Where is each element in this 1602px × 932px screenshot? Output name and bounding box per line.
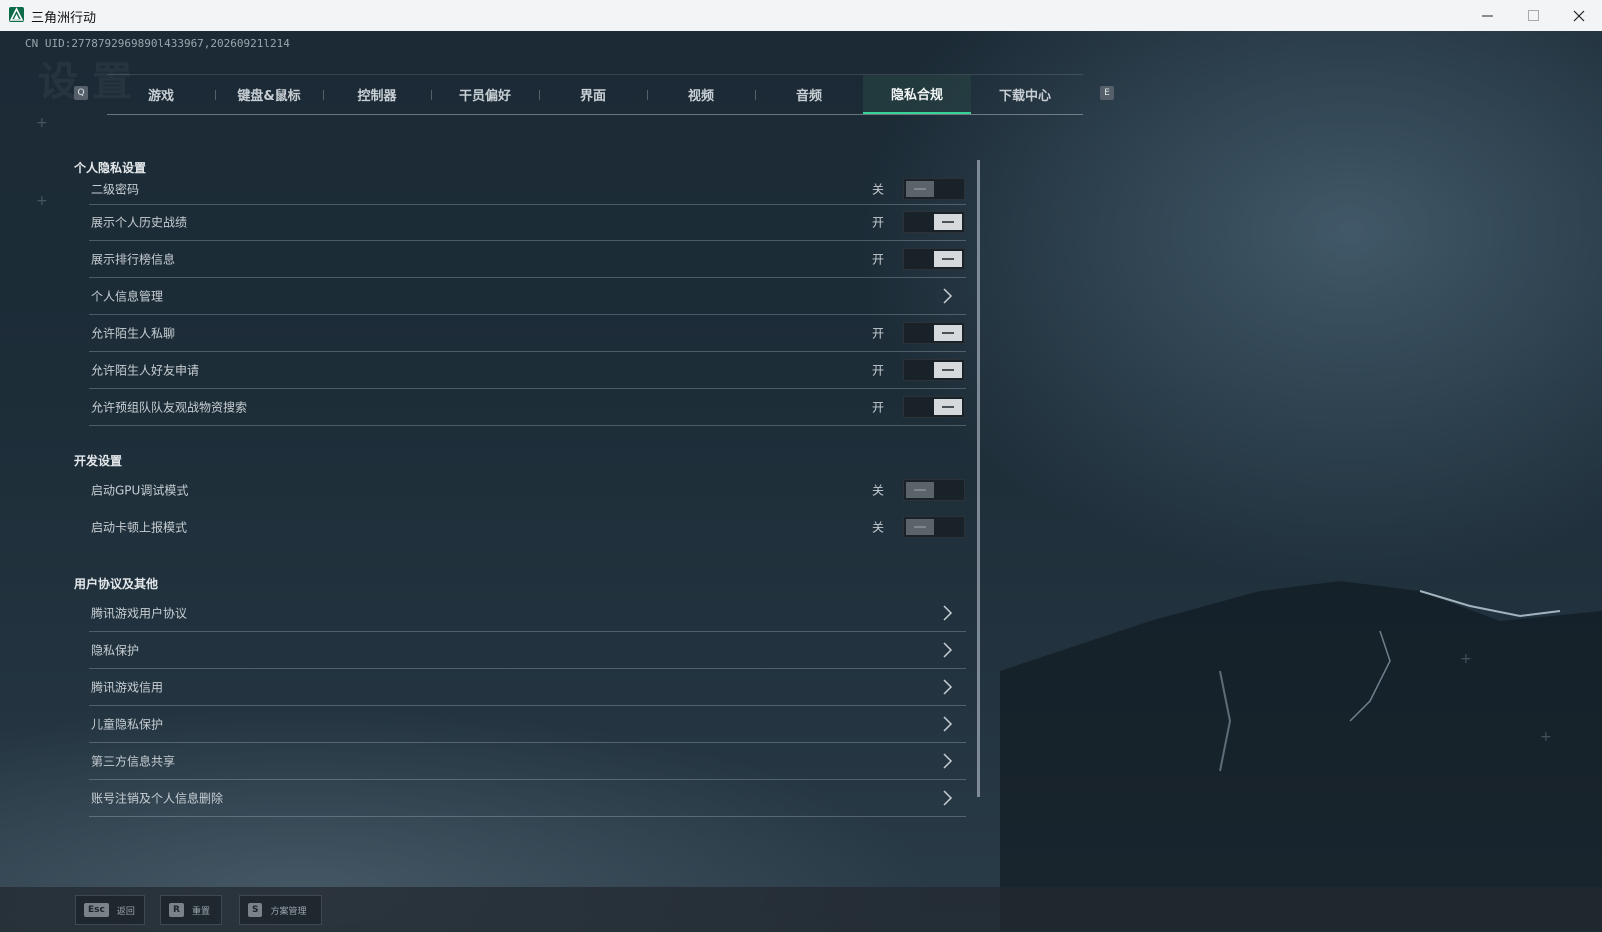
tab-controller[interactable]: 控制器 xyxy=(323,75,431,114)
chevron-right-icon xyxy=(943,753,953,769)
setting-row-stranger-chat[interactable]: 允许陌生人私聊 开 xyxy=(89,315,966,352)
setting-row-teammate-spectate-search[interactable]: 允许预组队队友观战物资搜索 开 xyxy=(89,389,966,426)
link-row-user-agreement[interactable]: 腾讯游戏用户协议 xyxy=(89,595,966,632)
link-row-privacy-protection[interactable]: 隐私保护 xyxy=(89,632,966,669)
setting-label: 二级密码 xyxy=(91,182,140,197)
tab-video[interactable]: 视频 xyxy=(647,75,755,114)
setting-row-show-history[interactable]: 展示个人历史战绩 开 xyxy=(89,204,966,241)
link-row-account-deletion[interactable]: 账号注销及个人信息删除 xyxy=(89,780,966,817)
reset-label: 重置 xyxy=(191,906,210,917)
toggle-switch[interactable] xyxy=(903,178,965,200)
toggle-state-text: 关 xyxy=(872,520,885,535)
toggle-switch[interactable] xyxy=(903,516,965,538)
toggle-state-text: 开 xyxy=(872,326,885,341)
crosshair-decoration: + xyxy=(36,115,48,131)
setting-row-personal-info-management[interactable]: 个人信息管理 xyxy=(89,278,966,315)
app-logo-icon xyxy=(9,7,24,22)
tab-operator-preference[interactable]: 干员偏好 xyxy=(431,75,539,114)
back-button[interactable]: Esc 返回 xyxy=(75,895,145,925)
user-uid: CN UID:2778792969890l433967,20260921l214 xyxy=(25,37,290,50)
window-title: 三角洲行动 xyxy=(31,11,97,26)
toggle-switch[interactable] xyxy=(903,479,965,501)
settings-scrollbar[interactable] xyxy=(977,160,980,797)
key-hint-s: S xyxy=(248,903,263,917)
window-titlebar: 三角洲行动 xyxy=(0,0,1602,32)
link-label: 腾讯游戏信用 xyxy=(91,680,164,695)
close-button[interactable] xyxy=(1556,0,1602,31)
scheme-management-button[interactable]: S 方案管理 xyxy=(239,895,322,925)
setting-row-stranger-friend-request[interactable]: 允许陌生人好友申请 开 xyxy=(89,352,966,389)
setting-label: 展示个人历史战绩 xyxy=(91,215,188,230)
settings-tab-bar: 游戏 键盘&鼠标 控制器 干员偏好 界面 视频 音频 隐私合规 下载中心 xyxy=(107,74,1083,115)
toggle-state-text: 开 xyxy=(872,363,885,378)
setting-row-stutter-report[interactable]: 启动卡顿上报模式 关 xyxy=(89,509,966,545)
link-label: 儿童隐私保护 xyxy=(91,717,164,732)
toggle-state-text: 开 xyxy=(872,215,885,230)
minimize-button[interactable] xyxy=(1464,0,1510,31)
key-hint-esc: Esc xyxy=(84,903,109,917)
toggle-state-text: 关 xyxy=(872,483,885,498)
toggle-switch[interactable] xyxy=(903,248,965,270)
chevron-right-icon xyxy=(943,679,953,695)
setting-label: 个人信息管理 xyxy=(91,289,164,304)
settings-screen: 设置 CN UID:2778792969890l433967,20260921l… xyxy=(0,31,1602,932)
section-title-dev: 开发设置 xyxy=(74,454,123,468)
setting-label: 启动卡顿上报模式 xyxy=(91,520,188,535)
toggle-switch[interactable] xyxy=(903,322,965,344)
tab-privacy-compliance[interactable]: 隐私合规 xyxy=(863,75,971,114)
maximize-button[interactable] xyxy=(1510,0,1556,31)
mountain-background xyxy=(1000,581,1602,931)
reset-button[interactable]: R 重置 xyxy=(160,895,222,925)
tab-download-center[interactable]: 下载中心 xyxy=(971,75,1079,114)
chevron-right-icon xyxy=(943,716,953,732)
link-row-game-credit[interactable]: 腾讯游戏信用 xyxy=(89,669,966,706)
bottom-action-bar: Esc 返回 R 重置 S 方案管理 xyxy=(0,887,1602,932)
toggle-state-text: 开 xyxy=(872,400,885,415)
link-label: 账号注销及个人信息删除 xyxy=(91,791,224,806)
toggle-switch[interactable] xyxy=(903,396,965,418)
setting-row-show-leaderboard[interactable]: 展示排行榜信息 开 xyxy=(89,241,966,278)
toggle-state-text: 关 xyxy=(872,182,885,197)
setting-label: 展示排行榜信息 xyxy=(91,252,176,267)
link-label: 隐私保护 xyxy=(91,643,140,658)
tab-game[interactable]: 游戏 xyxy=(107,75,215,114)
tab-audio[interactable]: 音频 xyxy=(755,75,863,114)
key-hint-r: R xyxy=(169,903,184,917)
link-label: 腾讯游戏用户协议 xyxy=(91,606,188,621)
setting-row-gpu-debug[interactable]: 启动GPU调试模式 关 xyxy=(89,472,966,508)
tab-interface[interactable]: 界面 xyxy=(539,75,647,114)
setting-label: 允许陌生人私聊 xyxy=(91,326,176,341)
chevron-right-icon xyxy=(943,642,953,658)
chevron-right-icon xyxy=(943,288,953,304)
crosshair-decoration: + xyxy=(36,193,48,209)
link-row-third-party-sharing[interactable]: 第三方信息共享 xyxy=(89,743,966,780)
setting-label: 启动GPU调试模式 xyxy=(91,483,189,498)
back-label: 返回 xyxy=(116,906,135,917)
chevron-right-icon xyxy=(943,605,953,621)
prev-tab-key-hint[interactable]: Q xyxy=(74,86,88,100)
scheme-management-label: 方案管理 xyxy=(270,906,307,917)
tab-keyboard-mouse[interactable]: 键盘&鼠标 xyxy=(215,75,323,114)
setting-label: 允许陌生人好友申请 xyxy=(91,363,200,378)
link-row-child-privacy[interactable]: 儿童隐私保护 xyxy=(89,706,966,743)
link-label: 第三方信息共享 xyxy=(91,754,176,769)
toggle-switch[interactable] xyxy=(903,211,965,233)
toggle-switch[interactable] xyxy=(903,359,965,381)
next-tab-key-hint[interactable]: E xyxy=(1100,86,1114,100)
setting-label: 允许预组队队友观战物资搜索 xyxy=(91,400,248,415)
crosshair-decoration: + xyxy=(1460,651,1472,667)
crosshair-decoration: + xyxy=(1540,729,1552,745)
toggle-state-text: 开 xyxy=(872,252,885,267)
chevron-right-icon xyxy=(943,790,953,806)
section-title-agreements: 用户协议及其他 xyxy=(74,577,159,591)
setting-row-secondary-password[interactable]: 二级密码 关 xyxy=(89,174,966,205)
